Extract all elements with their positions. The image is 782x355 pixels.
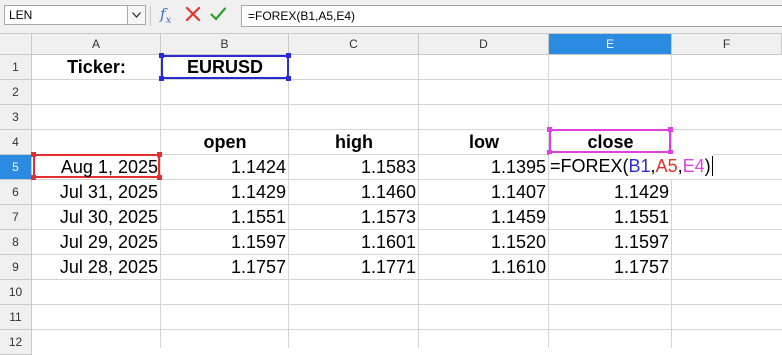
cell-c5[interactable]: 1.1583 xyxy=(289,155,419,180)
column-header-f[interactable]: F xyxy=(672,34,782,55)
cell-c9[interactable]: 1.1771 xyxy=(289,255,419,280)
cell-b7[interactable]: 1.1551 xyxy=(161,205,289,230)
column-header-b[interactable]: B xyxy=(161,34,289,55)
cell-a5[interactable]: Aug 1, 2025 xyxy=(32,155,161,180)
cell-e7[interactable]: 1.1551 xyxy=(549,205,672,230)
cell-b4[interactable]: open xyxy=(161,130,289,155)
formula-ref-a5: A5 xyxy=(655,156,678,176)
gridline xyxy=(32,304,782,305)
formula-text: =FOREX( xyxy=(550,156,629,176)
cell-c4[interactable]: high xyxy=(289,130,419,155)
toolbar-separator xyxy=(150,6,151,26)
cell-b1[interactable]: EURUSD xyxy=(161,55,289,80)
column-header-d[interactable]: D xyxy=(419,34,549,55)
column-header-a[interactable]: A xyxy=(32,34,161,55)
formula-text: ) xyxy=(704,156,711,176)
row-header-11[interactable]: 11 xyxy=(0,305,32,330)
accept-icon[interactable] xyxy=(209,5,227,23)
cell-b6[interactable]: 1.1429 xyxy=(161,180,289,205)
cell-b5[interactable]: 1.1424 xyxy=(161,155,289,180)
column-header-c[interactable]: C xyxy=(289,34,419,55)
cell-e9[interactable]: 1.1757 xyxy=(549,255,672,280)
row-header-1[interactable]: 1 xyxy=(0,55,32,80)
cell-b8[interactable]: 1.1597 xyxy=(161,230,289,255)
row-header-12[interactable]: 12 xyxy=(0,330,32,355)
cell-a9[interactable]: Jul 28, 2025 xyxy=(32,255,161,280)
cell-d4[interactable]: low xyxy=(419,130,549,155)
cell-d9[interactable]: 1.1610 xyxy=(419,255,549,280)
name-box-dropdown[interactable] xyxy=(127,6,145,24)
cell-e4[interactable]: close xyxy=(549,130,672,155)
cell-d6[interactable]: 1.1407 xyxy=(419,180,549,205)
cell-c7[interactable]: 1.1573 xyxy=(289,205,419,230)
cell-c6[interactable]: 1.1460 xyxy=(289,180,419,205)
cell-d5[interactable]: 1.1395 xyxy=(419,155,549,180)
row-header-6[interactable]: 6 xyxy=(0,180,32,205)
row-header-2[interactable]: 2 xyxy=(0,80,32,105)
cancel-icon[interactable] xyxy=(184,5,202,23)
cell-c8[interactable]: 1.1601 xyxy=(289,230,419,255)
row-header-7[interactable]: 7 xyxy=(0,205,32,230)
formula-toolbar: LEN fx =FOREX(B1,A5,E4) xyxy=(0,0,782,34)
row-header-8[interactable]: 8 xyxy=(0,230,32,255)
cell-a7[interactable]: Jul 30, 2025 xyxy=(32,205,161,230)
gridline xyxy=(32,329,782,330)
name-box[interactable]: LEN xyxy=(4,5,146,25)
cell-a6[interactable]: Jul 31, 2025 xyxy=(32,180,161,205)
name-box-value[interactable]: LEN xyxy=(9,8,32,22)
cell-e5-editor[interactable]: =FOREX(B1,A5,E4) xyxy=(549,154,713,179)
formula-ref-b1: B1 xyxy=(628,156,651,176)
cell-d8[interactable]: 1.1520 xyxy=(419,230,549,255)
formula-input-text: =FOREX(B1,A5,E4) xyxy=(248,9,356,23)
select-all-corner[interactable] xyxy=(0,34,32,55)
function-wizard-icon[interactable]: fx xyxy=(160,5,171,26)
cell-e8[interactable]: 1.1597 xyxy=(549,230,672,255)
row-header-5[interactable]: 5 xyxy=(0,155,32,180)
column-header-e[interactable]: E xyxy=(549,34,672,55)
formula-input[interactable]: =FOREX(B1,A5,E4) xyxy=(241,5,782,27)
row-header-10[interactable]: 10 xyxy=(0,280,32,305)
cell-b9[interactable]: 1.1757 xyxy=(161,255,289,280)
formula-ref-e4: E4 xyxy=(682,156,705,176)
cell-d7[interactable]: 1.1459 xyxy=(419,205,549,230)
row-header-4[interactable]: 4 xyxy=(0,130,32,155)
row-header-3[interactable]: 3 xyxy=(0,105,32,130)
chevron-down-icon xyxy=(132,12,141,18)
gridline xyxy=(32,104,782,105)
text-cursor xyxy=(711,156,713,176)
row-header-9[interactable]: 9 xyxy=(0,255,32,280)
cell-a8[interactable]: Jul 29, 2025 xyxy=(32,230,161,255)
cell-a1[interactable]: Ticker: xyxy=(32,55,161,80)
cell-e6[interactable]: 1.1429 xyxy=(549,180,672,205)
